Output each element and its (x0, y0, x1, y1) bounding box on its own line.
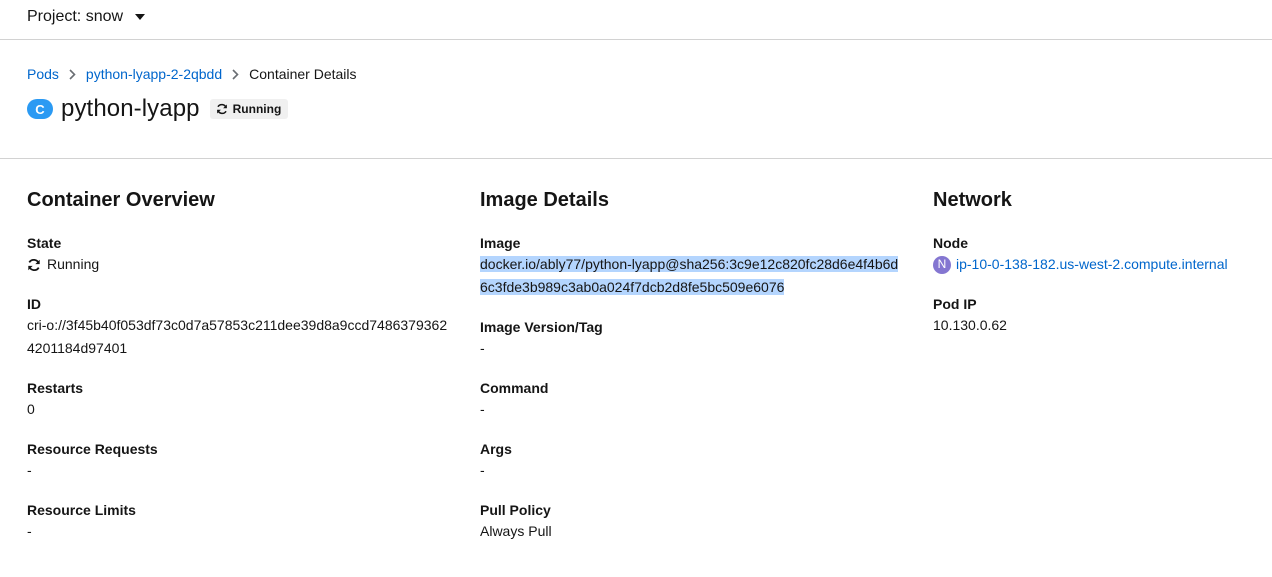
image-label: Image (480, 235, 521, 251)
image-tag-label: Image Version/Tag (480, 319, 603, 335)
sync-icon (28, 258, 40, 271)
image-value[interactable]: docker.io/ably77/python-lyapp@sha256:3c9… (480, 253, 905, 299)
image-tag-value: - (480, 340, 485, 356)
state-text: Running (47, 256, 100, 272)
resource-requests-label: Resource Requests (27, 441, 158, 457)
container-overview-section: Container Overview State Running ID cri-… (27, 186, 457, 562)
command-value: - (480, 401, 485, 417)
node-link[interactable]: ip-10-0-138-182.us-west-2.compute.intern… (956, 253, 1228, 276)
status-text: Running (232, 102, 282, 116)
pod-ip-value: 10.130.0.62 (933, 317, 1007, 333)
container-kind-badge: C (27, 99, 53, 119)
command-label: Command (480, 380, 549, 396)
state-label: State (27, 235, 62, 251)
section-title-network: Network (933, 189, 1012, 211)
image-value-text: docker.io/ably77/python-lyapp@sha256:3c9… (480, 256, 899, 295)
resource-limits-value: - (27, 523, 32, 539)
project-bar: Project: snow (0, 0, 1272, 40)
breadcrumb-link-pod[interactable]: python-lyapp-2-2qbdd (86, 66, 222, 82)
resource-requests-value: - (27, 462, 32, 478)
image-details: Image docker.io/ably77/python-lyapp@sha2… (480, 234, 910, 543)
network-details: Node N ip-10-0-138-182.us-west-2.compute… (933, 234, 1263, 337)
project-label: Project: snow (27, 8, 124, 25)
args-value: - (480, 462, 485, 478)
sync-icon (216, 103, 227, 115)
restarts-label: Restarts (27, 380, 84, 396)
pull-policy-label: Pull Policy (480, 502, 551, 518)
breadcrumb-current: Container Details (249, 66, 357, 82)
chevron-right-icon (232, 68, 239, 80)
section-title-image: Image Details (480, 189, 609, 211)
section-title-overview: Container Overview (27, 189, 215, 211)
pod-ip-label: Pod IP (933, 296, 977, 312)
project-selector[interactable]: Project: snow (27, 8, 146, 26)
image-details-section: Image Details Image docker.io/ably77/pyt… (480, 186, 910, 562)
resource-limits-label: Resource Limits (27, 502, 136, 518)
node-kind-badge: N (933, 255, 951, 274)
node-value: N ip-10-0-138-182.us-west-2.compute.inte… (933, 253, 1263, 276)
node-label: Node (933, 235, 968, 251)
breadcrumb: Pods python-lyapp-2-2qbdd Container Deta… (27, 66, 357, 82)
chevron-right-icon (69, 68, 76, 80)
caret-down-icon (135, 14, 146, 20)
state-value: Running (27, 253, 457, 276)
restarts-value: 0 (27, 401, 35, 417)
id-label: ID (27, 296, 41, 312)
network-section: Network Node N ip-10-0-138-182.us-west-2… (933, 186, 1263, 356)
header-divider (0, 158, 1272, 159)
args-label: Args (480, 441, 512, 457)
status-badge: Running (209, 99, 289, 119)
page-heading: C python-lyapp Running (27, 94, 289, 124)
page-title: python-lyapp (61, 95, 200, 122)
breadcrumb-link-pods[interactable]: Pods (27, 66, 59, 82)
pull-policy-value: Always Pull (480, 523, 552, 539)
id-value: cri-o://3f45b40f053df73c0d7a57853c211dee… (27, 317, 448, 356)
overview-details: State Running ID cri-o://3f45b40f053df73… (27, 234, 457, 543)
